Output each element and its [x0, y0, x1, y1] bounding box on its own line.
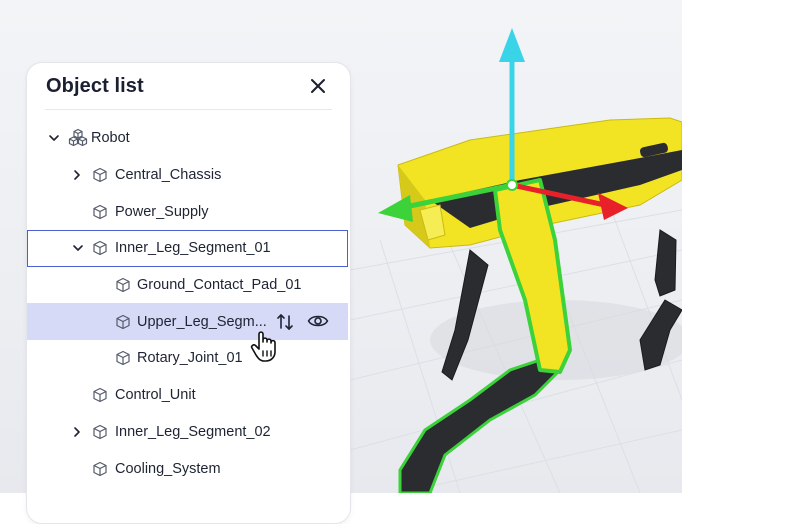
cube-icon: [93, 461, 107, 476]
tree-item-label: Ground_Contact_Pad_01: [137, 277, 302, 294]
tree-item-cooling-system[interactable]: Cooling_System: [27, 450, 350, 487]
tree-item-label: Robot: [91, 130, 130, 147]
cube-icon: [93, 167, 107, 183]
chevron-down-icon[interactable]: [72, 242, 84, 254]
tree-item-label: Central_Chassis: [115, 167, 222, 184]
tree-item-control-unit[interactable]: Control_Unit: [27, 377, 350, 414]
cube-icon: [93, 388, 107, 403]
group-icon: [68, 129, 88, 147]
tree-item-label: Inner_Leg_Segment_01: [115, 240, 271, 257]
tree-item-central-chassis[interactable]: Central_Chassis: [27, 157, 350, 194]
tree-item-label: Power_Supply: [115, 203, 209, 220]
hand-pointer-icon: [250, 331, 276, 362]
chevron-right-icon[interactable]: [71, 169, 83, 181]
cube-icon: [116, 314, 130, 329]
chevron-down-icon[interactable]: [48, 132, 60, 144]
chevron-right-icon[interactable]: [71, 426, 83, 438]
object-tree: Robot Central_Chassis Power_Supply Inner…: [27, 120, 350, 487]
panel-title: Object list: [46, 75, 144, 97]
tree-item-upper-leg-segment[interactable]: Upper_Leg_Segm...: [27, 303, 348, 341]
cube-icon: [116, 351, 130, 366]
cube-icon: [93, 424, 107, 439]
tree-item-ground-contact-pad-01[interactable]: Ground_Contact_Pad_01: [27, 267, 350, 304]
tree-item-robot[interactable]: Robot: [27, 120, 350, 157]
panel-header: Object list: [45, 63, 332, 110]
tree-item-inner-leg-segment-02[interactable]: Inner_Leg_Segment_02: [27, 414, 350, 451]
y-axis-arrow: [499, 28, 525, 62]
tree-item-label: Upper_Leg_Segm...: [137, 313, 267, 330]
eye-icon[interactable]: [307, 312, 329, 330]
cube-icon: [93, 204, 107, 219]
tree-item-power-supply[interactable]: Power_Supply: [27, 193, 350, 230]
tree-item-label: Cooling_System: [115, 460, 221, 477]
close-button[interactable]: [308, 76, 328, 96]
z-axis-arrow: [378, 195, 413, 222]
tree-item-label: Control_Unit: [115, 387, 196, 404]
tree-item-rotary-joint-01[interactable]: Rotary_Joint_01: [27, 340, 350, 377]
tree-item-label: Inner_Leg_Segment_02: [115, 423, 271, 440]
tree-item-label: Rotary_Joint_01: [137, 350, 243, 367]
object-list-panel: Object list Robot Central_Chassis Power_…: [26, 62, 351, 524]
cube-icon: [93, 241, 107, 256]
cube-icon: [116, 277, 130, 293]
close-icon: [311, 79, 325, 93]
tree-item-inner-leg-segment-01[interactable]: Inner_Leg_Segment_01: [27, 230, 348, 267]
right-margin: [682, 0, 800, 493]
